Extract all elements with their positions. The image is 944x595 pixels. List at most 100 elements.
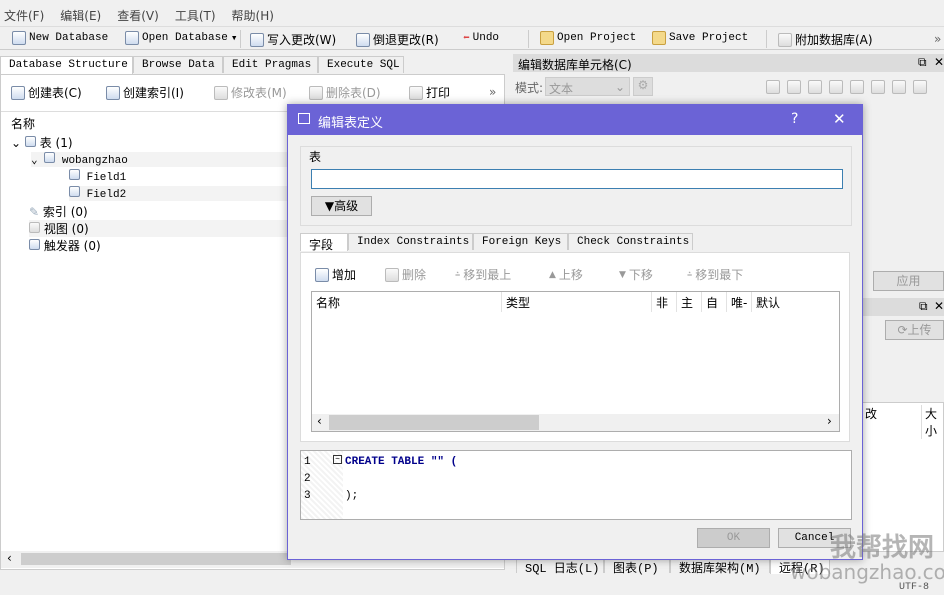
chevron-down-icon: ⌄ [614, 80, 625, 94]
move-bottom-icon: ⩮ [687, 269, 693, 280]
tab-check-constraints[interactable]: Check Constraints [568, 233, 693, 250]
restore-icon[interactable]: ⧉ [918, 55, 927, 70]
scrollbar-thumb[interactable] [21, 553, 291, 565]
menu-help[interactable]: 帮助(H) [232, 9, 274, 23]
close-icon[interactable]: ✕ [934, 55, 944, 69]
column-header[interactable]: 改 [865, 405, 877, 422]
column-header-primary-key[interactable]: 主 [677, 292, 702, 312]
scrollbar-thumb[interactable] [329, 415, 539, 430]
tab-edit-pragmas[interactable]: Edit Pragmas [223, 56, 318, 73]
column-header-name[interactable]: 名称 [312, 292, 502, 312]
line-numbers: 123 [304, 456, 311, 502]
arrow-down-icon: ▼ [619, 269, 626, 280]
sql-preview-editor[interactable]: − 123 CREATE TABLE "" ( ); [300, 450, 852, 520]
new-database-button[interactable]: New Database [12, 31, 108, 45]
tab-fields[interactable]: 字段 [300, 233, 348, 253]
tab-index-constraints[interactable]: Index Constraints [348, 233, 473, 250]
fields-horizontal-scrollbar[interactable]: ‹ › [312, 414, 839, 431]
move-down-button[interactable]: ▼ 下移 [619, 266, 653, 283]
open-project-icon [540, 31, 554, 45]
tree-item-triggers[interactable]: 触发器 (0) [29, 237, 101, 254]
tab-database-structure[interactable]: Database Structure [0, 56, 133, 74]
cancel-button[interactable]: Cancel [778, 528, 851, 548]
sql-code: CREATE TABLE "" ( ); [345, 456, 458, 502]
tab-browse-data[interactable]: Browse Data [133, 56, 223, 73]
delete-table-icon [309, 85, 323, 100]
column-header-autoincrement[interactable]: 自 [702, 292, 727, 312]
encoding-status: UTF-8 [899, 582, 930, 593]
tab-execute-sql[interactable]: Execute SQL [318, 56, 404, 73]
format-icon[interactable] [787, 80, 801, 94]
cell-editor-dock-header: 编辑数据库单元格(C) ⧉ ✕ [513, 54, 944, 72]
write-changes-button[interactable]: 写入更改(W) [250, 31, 336, 48]
attach-database-button[interactable]: 附加数据库(A) [778, 31, 873, 48]
move-top-button[interactable]: ⩮ 移到最上 [455, 266, 511, 283]
revert-changes-button[interactable]: 倒退更改(R) [356, 31, 439, 48]
create-table-button[interactable]: 创建表(C) [11, 84, 82, 101]
ok-button[interactable]: OK [697, 528, 770, 548]
settings-icon[interactable]: ⚙ [633, 77, 653, 96]
tree-item-tables[interactable]: ⌄ 表 (1) [11, 134, 73, 151]
cell-editor-toolbar [766, 80, 927, 94]
word-wrap-icon[interactable] [892, 80, 906, 94]
mode-select[interactable]: 文本 ⌄ [545, 77, 630, 96]
print-icon[interactable] [913, 80, 927, 94]
column-header-not-null[interactable]: 非 [652, 292, 677, 312]
dropdown-arrow-icon[interactable]: ▾ [231, 31, 238, 45]
column-header[interactable]: 大小 [921, 405, 943, 439]
create-index-button[interactable]: 创建索引(I) [106, 84, 184, 101]
remote-dock-header: ⧉ ✕ [862, 298, 944, 316]
tab-foreign-keys[interactable]: Foreign Keys [473, 233, 568, 250]
tree-item-field[interactable]: Field1 [69, 169, 126, 184]
link-icon[interactable] [871, 80, 885, 94]
open-project-button[interactable]: Open Project [540, 31, 636, 45]
save-project-icon [652, 31, 666, 45]
table-name-input[interactable] [311, 169, 843, 189]
move-bottom-button[interactable]: ⩮ 移到最下 [687, 266, 743, 283]
column-header-type[interactable]: 类型 [502, 292, 652, 312]
undo-button[interactable]: ⬅ Undo [463, 31, 499, 45]
add-field-button[interactable]: 增加 [315, 266, 356, 283]
main-toolbar: New Database Open Database ▾ 写入更改(W) 倒退更改… [0, 26, 944, 50]
upload-button[interactable]: ⟳上传 [885, 320, 944, 340]
column-header-default[interactable]: 默认 [752, 292, 792, 312]
modify-table-button[interactable]: 修改表(M) [214, 84, 287, 101]
structure-toolbar-overflow[interactable]: » [489, 85, 496, 99]
upload-icon: ⟳ [897, 323, 908, 337]
open-database-button[interactable]: Open Database ▾ [125, 31, 237, 45]
set-null-icon[interactable] [829, 80, 843, 94]
remove-field-button[interactable]: 删除 [385, 266, 426, 283]
dialog-title: 编辑表定义 [318, 116, 384, 131]
tree-header-name[interactable]: 名称 [11, 115, 35, 132]
move-up-button[interactable]: ▲ 上移 [549, 266, 583, 283]
edit-table-dialog: 编辑表定义 ? ✕ 表 ▼高级 字段 Index Constraints For… [287, 104, 863, 560]
table-icon [24, 136, 36, 147]
fold-icon[interactable]: − [333, 455, 342, 464]
restore-icon[interactable]: ⧉ [919, 299, 928, 314]
help-button[interactable]: ? [791, 111, 798, 127]
menu-view[interactable]: 查看(V) [117, 9, 159, 23]
menu-file[interactable]: 文件(F) [4, 9, 44, 23]
import-icon[interactable] [766, 80, 780, 94]
menu-edit[interactable]: 编辑(E) [60, 9, 101, 23]
close-button[interactable]: ✕ [833, 110, 846, 128]
save-project-button[interactable]: Save Project [652, 31, 748, 45]
menu-bar: 文件(F) 编辑(E) 查看(V) 工具(T) 帮助(H) [4, 7, 290, 24]
column-header-unique[interactable]: 唯- [727, 292, 752, 312]
toolbar-overflow-button[interactable]: » [934, 32, 941, 46]
scroll-left-icon: ‹ [317, 414, 322, 428]
trigger-icon [29, 239, 40, 250]
delete-table-button[interactable]: 删除表(D) [309, 84, 381, 101]
print-button[interactable]: 打印 [409, 84, 450, 101]
open-in-app-icon[interactable] [850, 80, 864, 94]
save-icon [250, 32, 264, 47]
close-icon[interactable]: ✕ [934, 299, 944, 313]
export-icon[interactable] [808, 80, 822, 94]
tree-item-indices[interactable]: ✎ 索引 (0) [29, 203, 88, 220]
apply-button[interactable]: 应用 [873, 271, 944, 291]
triangle-down-icon: ▼ [324, 199, 335, 213]
advanced-toggle-button[interactable]: ▼高级 [311, 196, 372, 216]
dialog-title-bar: 编辑表定义 ? ✕ [288, 105, 862, 135]
menu-tools[interactable]: 工具(T) [175, 9, 216, 23]
main-tab-bar: Database Structure Browse Data Edit Prag… [0, 56, 512, 74]
